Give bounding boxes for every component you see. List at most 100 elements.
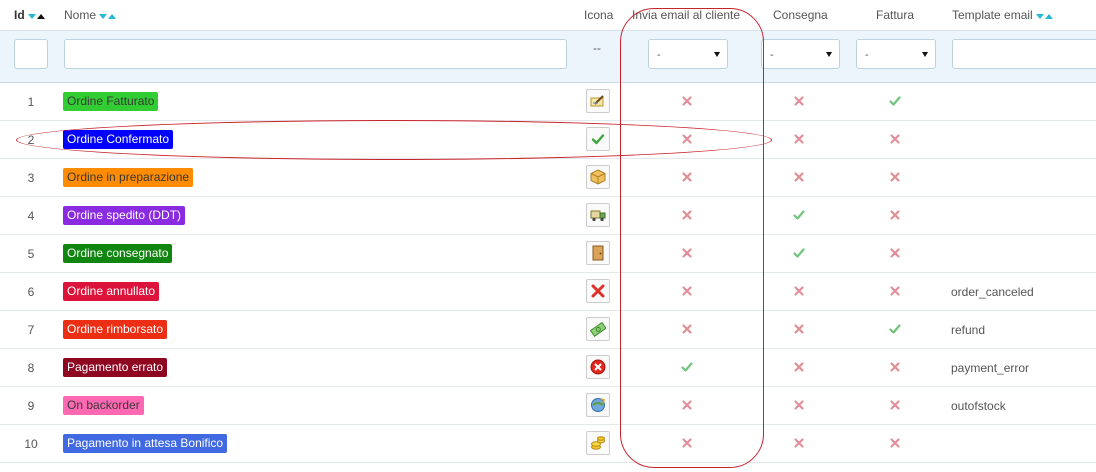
select-value: - xyxy=(770,49,774,61)
send-email-filter-select[interactable]: - xyxy=(648,39,728,69)
check-icon[interactable] xyxy=(889,95,901,107)
door-icon[interactable] xyxy=(586,241,610,265)
row-id: 5 xyxy=(27,247,35,261)
status-badge[interactable]: Ordine Fatturato xyxy=(63,92,159,111)
table-header: Id Nome Icona Invia email al cliente Con… xyxy=(0,0,1096,31)
status-badge[interactable]: Ordine annullato xyxy=(63,282,160,301)
table-row[interactable]: 2 Ordine Confermato xyxy=(0,121,1096,159)
status-badge[interactable]: Ordine spedito (DDT) xyxy=(63,206,186,225)
column-header-icon: Icona xyxy=(584,8,614,22)
table-row[interactable]: 4 Ordine spedito (DDT) xyxy=(0,197,1096,235)
template-name: order_canceled xyxy=(951,285,1034,299)
chevron-down-icon xyxy=(922,52,928,57)
cross-icon[interactable] xyxy=(793,399,805,411)
sort-arrows-icon[interactable] xyxy=(1035,9,1053,23)
chevron-down-icon xyxy=(714,52,720,57)
cross-icon[interactable] xyxy=(681,133,693,145)
table-row[interactable]: 8 Pagamento errato payment_error xyxy=(0,349,1096,387)
refresh-globe-icon[interactable] xyxy=(586,393,610,417)
check-icon[interactable] xyxy=(793,247,805,259)
cross-icon[interactable] xyxy=(793,437,805,449)
filter-row: -- - - - xyxy=(0,31,1096,83)
template-name: payment_error xyxy=(951,361,1030,375)
sort-arrows-icon[interactable] xyxy=(27,9,45,23)
error-circle-icon[interactable] xyxy=(586,355,610,379)
template-name: outofstock xyxy=(951,399,1006,413)
select-value: - xyxy=(865,49,869,61)
cross-icon[interactable] xyxy=(889,361,901,373)
coins-icon[interactable] xyxy=(586,431,610,455)
row-id: 3 xyxy=(27,171,35,185)
cross-icon[interactable] xyxy=(681,323,693,335)
row-id: 9 xyxy=(27,399,35,413)
column-header-invoice: Fattura xyxy=(876,8,915,22)
invoice-filter-select[interactable]: - xyxy=(856,39,936,69)
select-value: - xyxy=(657,49,661,61)
table-row[interactable]: 1 Ordine Fatturato xyxy=(0,83,1096,121)
status-badge[interactable]: Pagamento in attesa Bonifico xyxy=(63,434,228,453)
cross-icon[interactable] xyxy=(681,285,693,297)
sort-arrows-icon[interactable] xyxy=(99,9,117,23)
cross-icon[interactable] xyxy=(681,95,693,107)
cross-icon[interactable] xyxy=(793,361,805,373)
check-icon[interactable] xyxy=(586,127,610,151)
name-filter-input[interactable] xyxy=(64,39,567,69)
row-id: 1 xyxy=(27,95,35,109)
table-row[interactable]: 3 Ordine in preparazione xyxy=(0,159,1096,197)
table-row[interactable]: 6 Ordine annullato order_canceled xyxy=(0,273,1096,311)
table-row[interactable]: 10 Pagamento in attesa Bonifico xyxy=(0,425,1096,463)
status-badge[interactable]: Ordine consegnato xyxy=(63,244,173,263)
column-header-delivery: Consegna xyxy=(773,8,828,22)
check-icon[interactable] xyxy=(793,209,805,221)
column-id-label: Id xyxy=(14,8,25,22)
column-header-id[interactable]: Id xyxy=(14,8,45,23)
column-header-send-email: Invia email al cliente xyxy=(632,8,741,22)
table-row[interactable]: 9 On backorder outofstock xyxy=(0,387,1096,425)
table-row[interactable]: 5 Ordine consegnato xyxy=(0,235,1096,273)
status-badge[interactable]: Ordine rimborsato xyxy=(63,320,168,339)
cross-icon[interactable] xyxy=(889,209,901,221)
column-template-label: Template email xyxy=(952,8,1033,22)
cross-icon[interactable] xyxy=(681,171,693,183)
cross-icon[interactable] xyxy=(793,95,805,107)
cross-icon[interactable] xyxy=(793,171,805,183)
cross-icon[interactable] xyxy=(889,247,901,259)
cross-icon[interactable] xyxy=(889,133,901,145)
id-filter-input[interactable] xyxy=(14,39,48,69)
invoice-pen-icon[interactable] xyxy=(586,89,610,113)
cross-icon[interactable] xyxy=(889,399,901,411)
cross-icon[interactable] xyxy=(681,209,693,221)
column-header-name[interactable]: Nome xyxy=(64,8,117,23)
status-badge[interactable]: On backorder xyxy=(63,396,144,415)
cross-icon[interactable] xyxy=(889,171,901,183)
check-icon[interactable] xyxy=(681,361,693,373)
status-badge[interactable]: Ordine in preparazione xyxy=(63,168,194,187)
row-id: 6 xyxy=(27,285,35,299)
template-filter-input[interactable] xyxy=(952,39,1096,69)
table-row[interactable]: 7 Ordine rimborsato refund xyxy=(0,311,1096,349)
check-icon[interactable] xyxy=(889,323,901,335)
delivery-filter-select[interactable]: - xyxy=(761,39,840,69)
status-badge[interactable]: Pagamento errato xyxy=(63,358,168,377)
package-icon[interactable] xyxy=(586,165,610,189)
row-id: 2 xyxy=(27,133,35,147)
cross-icon[interactable] xyxy=(681,437,693,449)
cross-icon[interactable] xyxy=(889,437,901,449)
row-id: 8 xyxy=(27,361,35,375)
column-header-template[interactable]: Template email xyxy=(952,8,1053,23)
cross-icon[interactable] xyxy=(793,285,805,297)
icon-filter-placeholder: -- xyxy=(593,41,601,55)
cross-icon[interactable] xyxy=(793,133,805,145)
chevron-down-icon xyxy=(826,52,832,57)
cross-icon[interactable] xyxy=(681,247,693,259)
row-id: 10 xyxy=(24,437,38,451)
row-id: 4 xyxy=(27,209,35,223)
cross-icon[interactable] xyxy=(793,323,805,335)
cross-icon[interactable] xyxy=(681,399,693,411)
status-badge[interactable]: Ordine Confermato xyxy=(63,130,174,149)
red-x-icon[interactable] xyxy=(586,279,610,303)
money-icon[interactable] xyxy=(586,317,610,341)
column-name-label: Nome xyxy=(64,8,97,22)
cross-icon[interactable] xyxy=(889,285,901,297)
truck-icon[interactable] xyxy=(586,203,610,227)
